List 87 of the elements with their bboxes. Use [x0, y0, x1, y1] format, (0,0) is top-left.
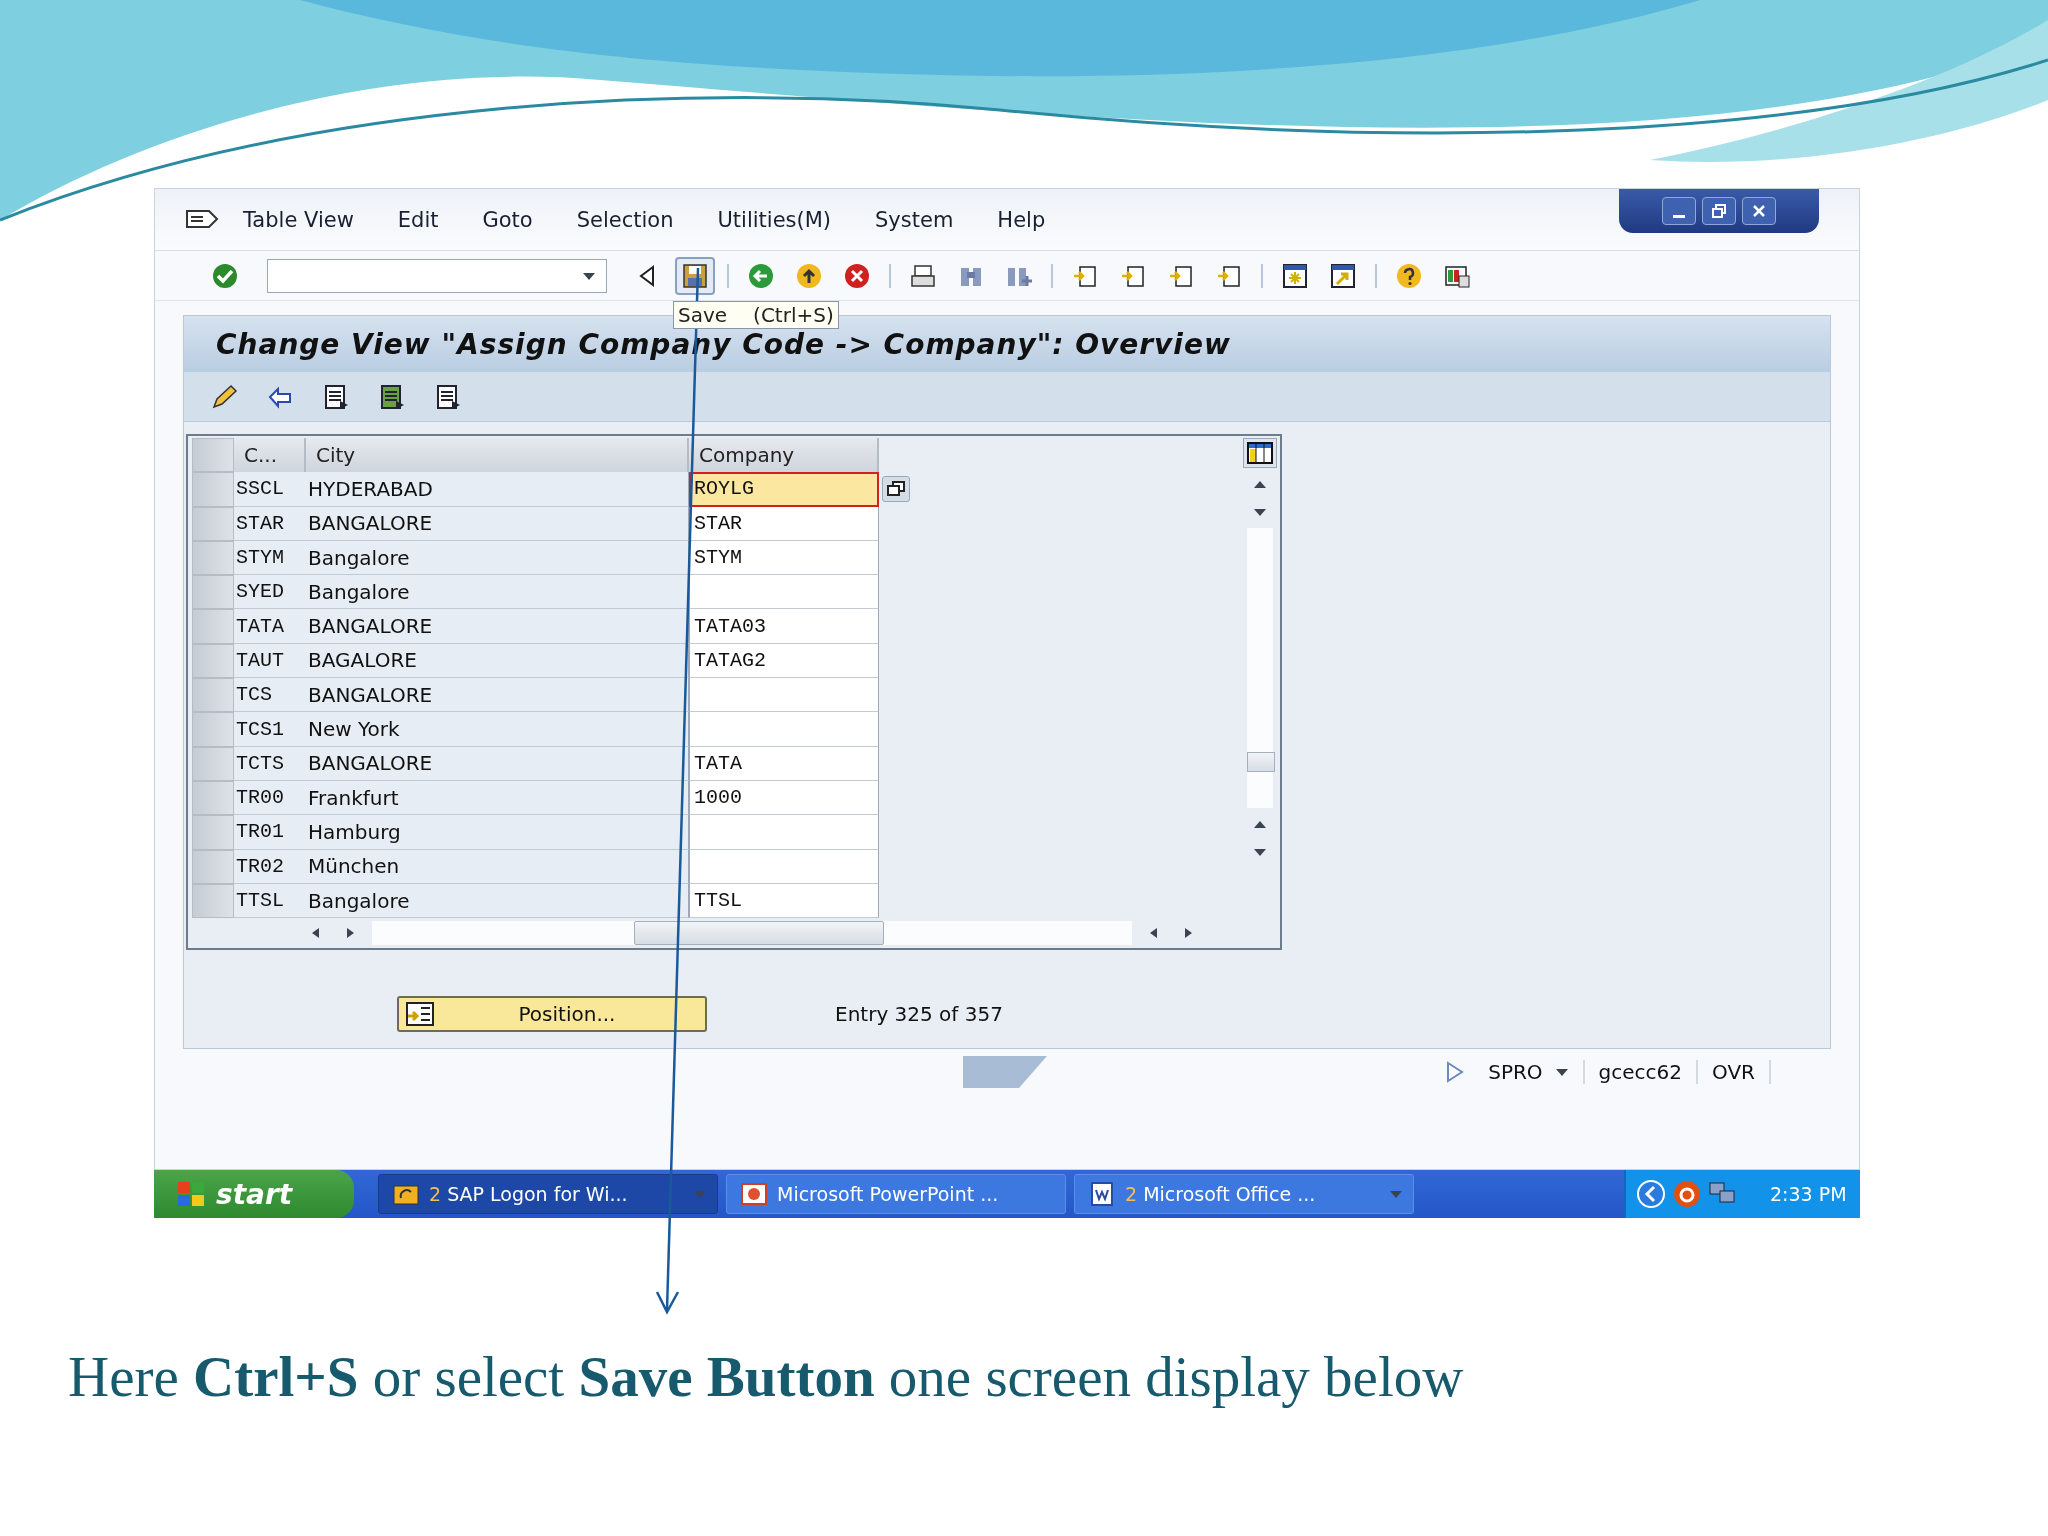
table-cell: Bangalore — [306, 883, 689, 919]
menu-item[interactable]: Help — [997, 207, 1046, 232]
input-field[interactable]: TTSL — [689, 883, 879, 919]
menu-item[interactable]: Edit — [397, 207, 439, 232]
caption: Here Ctrl+S or select Save Button one screen display below — [68, 1344, 1465, 1409]
input-field[interactable]: TATAG2 — [689, 643, 879, 679]
table-cell: BAGALORE — [306, 643, 689, 679]
input-field[interactable] — [689, 815, 879, 850]
down-icon — [1253, 506, 1267, 518]
list-page-icon — [378, 382, 406, 411]
menu-item[interactable]: System — [875, 207, 954, 232]
status-mode: OVR — [1698, 1060, 1771, 1084]
value-help-button[interactable] — [882, 476, 910, 503]
input-field[interactable]: STAR — [689, 506, 879, 541]
select-all-cell[interactable] — [192, 438, 234, 473]
tooltip-label: Save — [678, 302, 728, 327]
input-field[interactable] — [689, 849, 879, 884]
taskbar-button[interactable]: 2 Microsoft Office ... — [1074, 1174, 1414, 1214]
column-header[interactable]: Company — [689, 438, 879, 473]
start-button[interactable]: start — [154, 1170, 354, 1218]
table-cell: BANGALORE — [306, 678, 689, 713]
dropdown-icon — [693, 1188, 707, 1200]
menu-item[interactable]: Table View — [243, 207, 354, 232]
input-field[interactable] — [689, 712, 879, 747]
table-cell: Bangalore — [306, 540, 689, 576]
shortcut-icon — [1329, 261, 1357, 290]
dropdown-icon — [1554, 1066, 1569, 1078]
list-page-icon — [322, 382, 350, 411]
table-cell: Frankfurt — [306, 780, 689, 816]
new-window-icon — [1281, 261, 1309, 290]
folder-icon — [393, 1182, 421, 1206]
windows-icon — [887, 481, 905, 498]
save-icon — [681, 261, 709, 290]
columns-icon — [1247, 442, 1273, 464]
table-cell: München — [306, 849, 689, 884]
input-field[interactable] — [689, 575, 879, 610]
presentation-icon — [741, 1182, 769, 1206]
column-header[interactable]: C... — [234, 438, 306, 473]
table-cell: New York — [306, 712, 689, 747]
input-field[interactable]: STYM — [689, 540, 879, 576]
input-field[interactable] — [689, 678, 879, 713]
column-settings-button[interactable] — [1243, 438, 1277, 468]
clock: 2:33 PM — [1770, 1183, 1847, 1205]
minimize-button[interactable] — [1662, 197, 1696, 225]
scroll-track[interactable] — [372, 921, 1132, 946]
dropdown-icon — [1389, 1188, 1403, 1200]
table-cell: HYDERABAD — [306, 472, 689, 507]
table-cell: Hamburg — [306, 815, 689, 850]
status-transaction[interactable]: SPRO — [1474, 1060, 1585, 1084]
taskbar-button[interactable]: 2 SAP Logon for Wi... — [378, 1174, 718, 1214]
check-icon — [211, 261, 239, 290]
tooltip-shortcut: (Ctrl+S) — [753, 302, 834, 327]
column-header[interactable]: City — [306, 438, 689, 473]
ring-icon[interactable] — [1672, 1179, 1702, 1209]
list-page-icon — [434, 382, 462, 411]
cancel-icon — [843, 261, 871, 290]
minimize-icon — [1673, 214, 1685, 218]
windows-flag-icon — [176, 1180, 206, 1208]
menu-item[interactable]: Goto — [482, 207, 533, 232]
restore-icon — [1711, 203, 1727, 219]
close-icon — [1751, 203, 1767, 219]
position-button[interactable]: Position... — [397, 996, 707, 1032]
close-button[interactable] — [1742, 197, 1776, 225]
input-field[interactable]: 1000 — [689, 780, 879, 816]
menu-item[interactable]: Utilities(M) — [717, 207, 832, 232]
input-field[interactable]: TATA — [689, 746, 879, 781]
status-server: gcecc62 — [1584, 1060, 1699, 1084]
pencil-icon — [210, 382, 238, 411]
down-icon — [1253, 846, 1267, 858]
input-field[interactable]: ROYLG — [689, 472, 879, 507]
position-icon — [405, 1002, 435, 1026]
back-icon — [747, 261, 775, 290]
menu-item[interactable]: Selection — [576, 207, 674, 232]
scroll-thumb[interactable] — [1247, 752, 1275, 772]
command-field[interactable] — [267, 258, 607, 293]
taskbar-button[interactable]: Microsoft PowerPoint ... — [726, 1174, 1066, 1214]
logo-icon — [963, 1056, 1047, 1088]
chevron-icon[interactable] — [1636, 1179, 1666, 1209]
restore-button[interactable] — [1702, 197, 1736, 225]
scroll-track[interactable] — [1247, 528, 1273, 808]
triangle-icon[interactable] — [1446, 1061, 1465, 1083]
entry-counter: Entry 325 of 357 — [835, 1002, 1003, 1026]
scroll-thumb[interactable] — [634, 921, 884, 946]
table-cell: BANGALORE — [306, 506, 689, 541]
help-icon — [1395, 261, 1423, 290]
table-cell: BANGALORE — [306, 746, 689, 781]
input-field[interactable]: TATA03 — [689, 609, 879, 644]
